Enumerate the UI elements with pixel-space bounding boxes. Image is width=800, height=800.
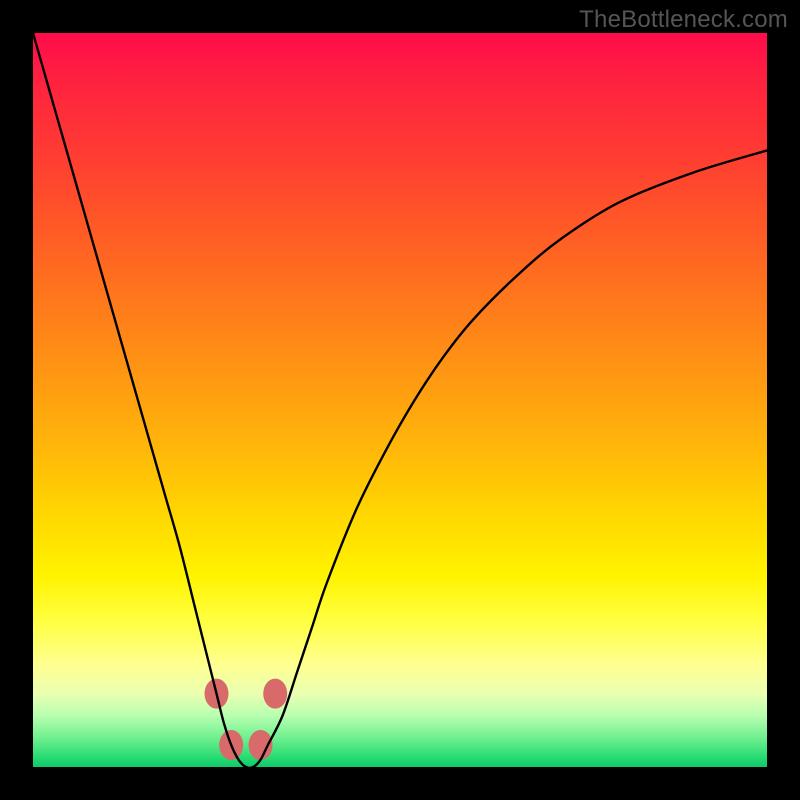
chart-frame: TheBottleneck.com bbox=[0, 0, 800, 800]
right-upper-dot bbox=[263, 679, 287, 709]
watermark-text: TheBottleneck.com bbox=[579, 6, 788, 34]
bottleneck-curve-path bbox=[33, 33, 767, 768]
chart-svg bbox=[33, 33, 767, 767]
plot-area bbox=[33, 33, 767, 767]
